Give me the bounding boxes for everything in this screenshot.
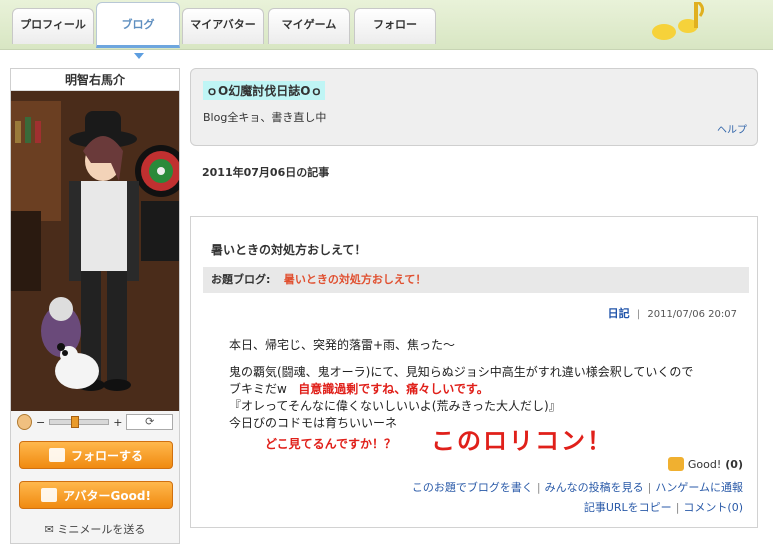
article-body: 本日、帰宅じ、突発的落雷+雨、焦った〜 鬼の覇気(闘魂、鬼オーラ)にて、見知らぬ…: [229, 337, 749, 432]
music-note-icon: [652, 2, 705, 40]
tab-profile[interactable]: プロフィール: [12, 8, 94, 44]
body-line: 本日、帰宅じ、突発的落雷+雨、焦った〜: [229, 338, 456, 352]
blog-description: Blog全キョ、書き直し中: [203, 111, 327, 124]
write-blog-link[interactable]: このお題でブログを書く: [412, 481, 533, 494]
date-heading: 2011年07月06日の記事: [202, 166, 330, 179]
topic-key: お題ブログ:: [211, 273, 271, 286]
person-icon: [48, 448, 65, 462]
body-line: 『オレってそんなに偉くないしいいよ(荒みきった大人だし)』: [229, 399, 561, 413]
avatar-zoom-bar: − + ⟳: [13, 411, 177, 433]
face-icon: [17, 414, 32, 430]
avatar-good-button[interactable]: アバターGood!: [19, 481, 173, 509]
active-tab-indicator: [134, 53, 144, 59]
category-link[interactable]: 日記: [608, 307, 630, 320]
body-line: 鬼の覇気(闘魂、鬼オーラ)にて、見知らぬジョシ中高生がすれ違い様会釈していくので: [229, 365, 694, 379]
thumbs-up-icon: [41, 488, 58, 502]
avatar: [11, 91, 179, 411]
top-tab-bar: プロフィール ブログ マイアバター マイゲーム フォロー: [0, 0, 773, 50]
tab-follow[interactable]: フォロー: [354, 8, 436, 44]
article-actions: このお題でブログを書く | みんなの投稿を見る | ハンゲームに通報: [411, 481, 743, 494]
article-meta: 日記 | 2011/07/06 20:07: [607, 307, 737, 320]
zoom-out-button[interactable]: −: [36, 416, 45, 429]
blog-article: 暑いときの対処方おしえて！ お題ブログ: 暑いときの対処方おしえて！ 日記 | …: [190, 216, 758, 528]
good-button[interactable]: Good! (0): [667, 457, 743, 471]
profile-sidebar: 明智右馬介 − + ⟳ フォローする アバターGood! ✉ ミニメールを送る: [10, 68, 180, 544]
timestamp: 2011/07/06 20:07: [647, 309, 737, 320]
avatar-scene: [11, 91, 179, 411]
topic-link[interactable]: 暑いときの対処方おしえて！: [284, 273, 426, 286]
tab-my-avatar[interactable]: マイアバター: [182, 8, 264, 44]
zoom-slider-knob[interactable]: [71, 416, 80, 428]
article-actions-2: 記事URLをコピー | コメント(0): [583, 501, 743, 514]
tab-blog[interactable]: ブログ: [96, 2, 180, 48]
tab-my-game[interactable]: マイゲーム: [268, 8, 350, 44]
body-line: ブキミだw 自意識過剰ですね、痛々しいです。: [229, 382, 489, 396]
username: 明智右馬介: [11, 69, 179, 91]
red-question: どこ見てるんですか！？: [265, 437, 397, 451]
thumbs-up-icon: [667, 457, 684, 471]
zoom-slider[interactable]: [49, 416, 110, 428]
mail-icon: ✉: [44, 523, 58, 536]
article-title: 暑いときの対処方おしえて！: [211, 243, 367, 257]
comment-link[interactable]: コメント(0): [683, 501, 743, 514]
zoom-in-button[interactable]: +: [113, 416, 122, 429]
blog-header: ｏO幻魔討伐日誌Oｏ Blog全キョ、書き直し中 ヘルプ: [190, 68, 758, 146]
see-all-link[interactable]: みんなの投稿を見る: [545, 481, 644, 494]
red-exclamation: このロリコン！: [431, 427, 613, 455]
copy-url-link[interactable]: 記事URLをコピー: [584, 501, 672, 514]
refresh-icon[interactable]: ⟳: [126, 414, 173, 430]
report-link[interactable]: ハンゲームに通報: [655, 481, 743, 494]
red-comment: 自意識過剰ですね、痛々しいです。: [298, 382, 489, 396]
topic-bar: お題ブログ: 暑いときの対処方おしえて！: [203, 267, 749, 293]
mini-mail-link[interactable]: ✉ ミニメールを送る: [11, 521, 179, 537]
blog-title: ｏO幻魔討伐日誌Oｏ: [203, 81, 326, 100]
help-link[interactable]: ヘルプ: [717, 121, 747, 136]
follow-button[interactable]: フォローする: [19, 441, 173, 469]
